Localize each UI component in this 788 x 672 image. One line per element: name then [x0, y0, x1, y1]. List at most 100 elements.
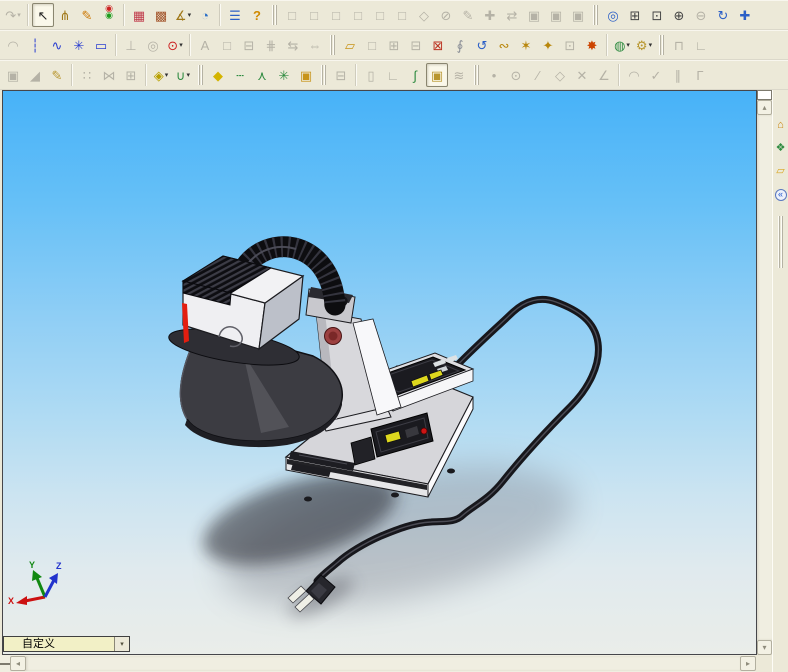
toolbar-area: ↷ ▾ ↖ ⋔ ✎ ◉ ▦ ▩ ∡ ▾ ◔ ☰? □ □ □ □ □ □ ◇ ⊘ ✎ ✚ ⇄ ▣ ▣ ▣ ◎ ⊞ ⊡ ⊕ ⊖ ↻ ✚ ◠ ┆ ∿ ✳ ▭…: [0, 0, 788, 90]
chamfer-icon: ◢: [30, 67, 40, 83]
zoom-to-fit-button[interactable]: ◎: [602, 3, 624, 27]
collision-detection-button[interactable]: ✸: [581, 33, 603, 57]
select-button[interactable]: ↖: [32, 3, 54, 27]
scroll-down-button[interactable]: ▾: [757, 640, 772, 655]
smart-dimension-dropdown-arrow[interactable]: ▾: [179, 41, 183, 49]
design-library-icon: ❖: [775, 142, 786, 154]
toolbar-grip-handle[interactable]: [320, 64, 327, 86]
curvature-button[interactable]: ◔: [194, 3, 216, 27]
centerline-button[interactable]: ┆: [24, 33, 46, 57]
viewport-canvas[interactable]: X Y Z: [3, 91, 756, 654]
view-left-button: □: [325, 3, 347, 27]
scroll-up-button[interactable]: ▴: [757, 100, 772, 115]
selection-box-button[interactable]: ▭: [90, 33, 112, 57]
move-triad-button[interactable]: ⋏: [251, 63, 273, 87]
envelope-button[interactable]: ▣: [295, 63, 317, 87]
edit-component-icon: ✎: [51, 67, 63, 83]
assembly-features-button[interactable]: ✦: [537, 33, 559, 57]
rotate-view-button[interactable]: ↻: [712, 3, 734, 27]
design-library-button[interactable]: ❖: [773, 137, 788, 160]
zoom-to-area-button[interactable]: ⊞: [624, 3, 646, 27]
boss-extrude-button: ▣: [2, 63, 24, 87]
route-button[interactable]: ∪ ▾: [172, 63, 194, 87]
spline-button[interactable]: ∿: [46, 33, 68, 57]
toolbar-grip-handle[interactable]: [271, 4, 278, 26]
viewport[interactable]: X Y Z: [2, 90, 757, 655]
mate-dropdown-arrow[interactable]: ▾: [165, 71, 169, 79]
move-component-button[interactable]: ∾: [493, 33, 515, 57]
scroll-left-button[interactable]: ◂: [10, 656, 26, 671]
edit-color-button[interactable]: ▦: [128, 3, 150, 27]
task-pane-grip-handle[interactable]: [778, 216, 783, 268]
help-button[interactable]: ?: [246, 3, 268, 27]
design-checker-button[interactable]: ☰: [224, 3, 246, 27]
measure-dropdown-arrow[interactable]: ▾: [188, 11, 192, 19]
corner-sketch-button: ∟: [382, 63, 404, 87]
combobox-dropdown-button[interactable]: ▾: [114, 637, 129, 651]
surface-finish-button: ⊟: [238, 33, 260, 57]
chevron-down-icon: ▾: [120, 641, 124, 648]
horizontal-scroll-track[interactable]: [26, 656, 740, 671]
edit-route-button[interactable]: ▣: [426, 63, 448, 87]
zoom-in-out-icon: ⊕: [673, 7, 685, 23]
smart-dimension-button[interactable]: ⊙ ▾: [164, 33, 186, 57]
toolbar-separator: [123, 4, 125, 26]
pattern-button: ∷: [76, 63, 98, 87]
sketch-button[interactable]: ✎: [76, 3, 98, 27]
scroll-right-button[interactable]: ▸: [740, 656, 756, 671]
pan-button[interactable]: ✚: [734, 3, 756, 27]
solidworks-resources-button[interactable]: ⌂: [773, 114, 788, 137]
insert-component-button[interactable]: ▱: [339, 33, 361, 57]
tangent-arc-icon: ✓: [650, 67, 662, 83]
new-part-icon: □: [368, 37, 376, 53]
collapse-pane-button[interactable]: «: [773, 183, 788, 206]
view-back-button: □: [303, 3, 325, 27]
configuration-combobox[interactable]: 自定义 ▾: [3, 636, 130, 652]
right-arrow-icon: ▸: [745, 659, 750, 668]
zoom-in-out-button[interactable]: ⊕: [668, 3, 690, 27]
vertical-split-handle[interactable]: [757, 90, 772, 100]
add-route-point-icon: ┄: [236, 67, 244, 83]
sketch-polygon-button: ◇: [549, 63, 571, 87]
route-point-button[interactable]: ✳: [273, 63, 295, 87]
assembly-transparency-dropdown-arrow[interactable]: ▾: [626, 41, 630, 49]
mate-button[interactable]: ◈ ▾: [150, 63, 172, 87]
vertical-scroll-track[interactable]: [757, 115, 772, 640]
smart-fasteners-button[interactable]: ✶: [515, 33, 537, 57]
toolbar-grip-handle[interactable]: [473, 64, 480, 86]
sketch-point-button[interactable]: ✳: [68, 33, 90, 57]
smart-mate-button[interactable]: ◆: [207, 63, 229, 87]
route-spline-button[interactable]: ∫: [404, 63, 426, 87]
selection-filter-button[interactable]: ⋔: [54, 3, 76, 27]
mate-icon: ◈: [153, 67, 164, 83]
toolbar-separator: [189, 34, 191, 56]
rotate-component-button[interactable]: ↺: [471, 33, 493, 57]
measure-button[interactable]: ∡ ▾: [172, 3, 194, 27]
route-dropdown-arrow[interactable]: ▾: [187, 71, 191, 79]
physical-simulation-button[interactable]: ⚙ ▾: [633, 33, 655, 57]
chamfer-button: ◢: [24, 63, 46, 87]
toolbar-grip-handle[interactable]: [197, 64, 204, 86]
edit-color-icon: ▦: [132, 7, 146, 23]
add-route-point-button[interactable]: ┄: [229, 63, 251, 87]
physical-simulation-dropdown-arrow[interactable]: ▾: [649, 41, 653, 49]
edit-component-button[interactable]: ✎: [46, 63, 68, 87]
reorder-route-icon: ⊟: [335, 67, 347, 83]
vertical-scrollbar[interactable]: ▴ ▾: [757, 90, 772, 655]
display-states-button[interactable]: ◉: [98, 3, 120, 27]
attachment-button[interactable]: ∮: [449, 33, 471, 57]
curvature-icon: ◔: [201, 7, 209, 23]
file-explorer-button[interactable]: ▱: [773, 160, 788, 183]
apply-texture-button[interactable]: ▩: [150, 3, 172, 27]
assembly-transparency-button[interactable]: ◍ ▾: [611, 33, 633, 57]
normal-to-button: ⊘: [435, 3, 457, 27]
horizontal-split-handle[interactable]: [0, 662, 10, 665]
toolbar-grip-handle[interactable]: [592, 4, 599, 26]
zoom-to-selection-button[interactable]: ⊡: [646, 3, 668, 27]
horizontal-scrollbar[interactable]: ◂ ▸: [0, 655, 756, 672]
component-states-button[interactable]: ⊠: [427, 33, 449, 57]
toolbar-grip-handle[interactable]: [329, 34, 336, 56]
boss-extrude-icon: ▣: [6, 67, 20, 83]
toolbar-grip-handle[interactable]: [658, 34, 665, 56]
weld-symbol-button: ⋕: [260, 33, 282, 57]
